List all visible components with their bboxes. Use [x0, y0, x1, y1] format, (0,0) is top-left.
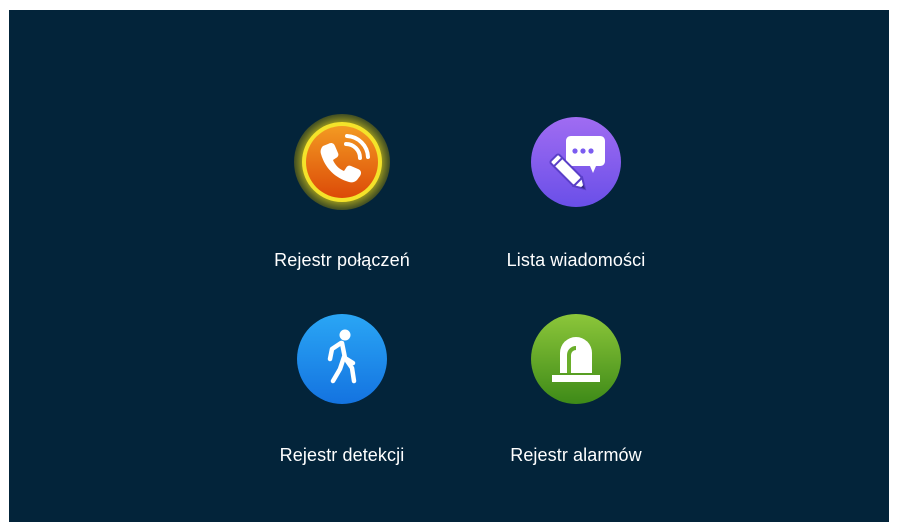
menu-item-message-list[interactable]: Lista wiadomości: [476, 114, 676, 284]
message-pencil-icon: [528, 114, 624, 210]
menu-item-detection-log[interactable]: Rejestr detekcji: [242, 311, 442, 481]
menu-item-alarm-log[interactable]: Rejestr alarmów: [476, 311, 676, 481]
menu-item-call-log[interactable]: Rejestr połączeń: [242, 114, 442, 284]
menu-item-label: Rejestr alarmów: [510, 445, 642, 465]
phone-call-icon: [294, 114, 390, 210]
menu-item-label: Rejestr połączeń: [274, 250, 410, 270]
menu-item-label: Lista wiadomości: [506, 250, 646, 270]
main-menu-screen: Rejestr połączeń Lista wiadomości Rejest…: [9, 10, 889, 522]
menu-item-label: Rejestr detekcji: [279, 445, 405, 465]
walking-person-icon: [294, 311, 390, 407]
alarm-siren-icon: [528, 311, 624, 407]
